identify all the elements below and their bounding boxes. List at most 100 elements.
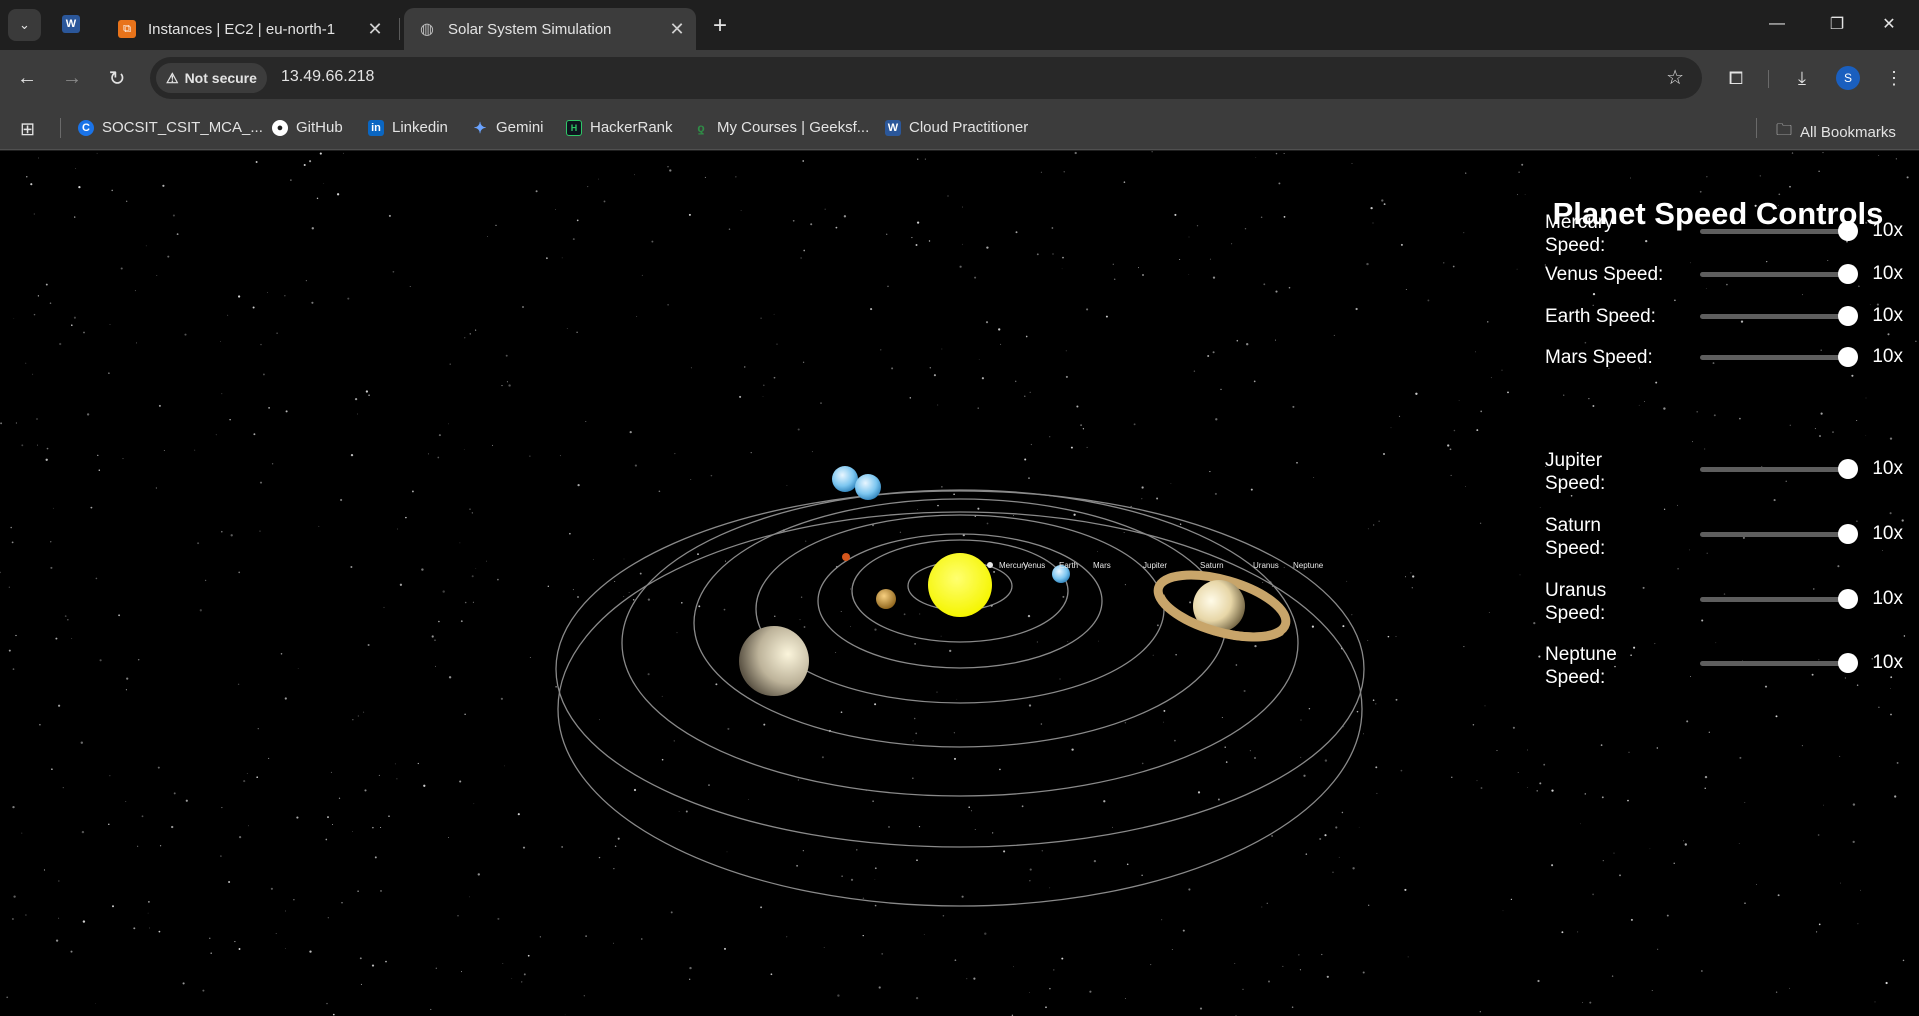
- slider-thumb[interactable]: [1838, 347, 1858, 367]
- slider-label: Jupiter Speed:: [1545, 450, 1606, 494]
- word-icon: W: [885, 119, 901, 136]
- c-icon: C: [78, 119, 94, 136]
- bookmark-star-icon[interactable]: ☆: [1666, 65, 1684, 90]
- pinned-tab[interactable]: W: [62, 14, 80, 33]
- planet-saturn: [1153, 570, 1291, 642]
- slider-value: 10x: [1872, 346, 1903, 367]
- slider-thumb[interactable]: [1838, 459, 1858, 479]
- bookmark-cloud-practitioner[interactable]: W Cloud Practitioner: [885, 119, 1028, 136]
- restore-icon: ❐: [1829, 16, 1845, 33]
- downloads-button[interactable]: ⤓: [1787, 63, 1817, 93]
- planet-neptune: [855, 474, 881, 500]
- slider-thumb[interactable]: [1838, 589, 1858, 609]
- close-icon: ✕: [1882, 16, 1896, 33]
- tab-ec2-instances[interactable]: ⧉ Instances | EC2 | eu-north-1 ✕: [104, 8, 394, 50]
- arrow-right-icon: →: [62, 66, 82, 89]
- bookmark-socsit[interactable]: C SOCSIT_CSIT_MCA_...: [78, 119, 263, 136]
- globe-icon: ◍: [420, 21, 434, 38]
- slider-value: 10x: [1872, 305, 1903, 326]
- slider-value: 10x: [1872, 220, 1903, 241]
- hackerrank-icon: H: [566, 119, 582, 136]
- minimize-icon: —: [1769, 15, 1785, 32]
- forward-button[interactable]: →: [57, 63, 87, 93]
- bookmark-gemini[interactable]: ✦ Gemini: [472, 119, 544, 137]
- tab-strip: ⌄ W ⧉ Instances | EC2 | eu-north-1 ✕ ◍ S…: [0, 0, 1919, 50]
- neptune-speed-slider[interactable]: [1700, 653, 1858, 673]
- slider-thumb[interactable]: [1838, 306, 1858, 326]
- saturn-speed-slider[interactable]: [1700, 524, 1858, 544]
- slider-thumb[interactable]: [1838, 653, 1858, 673]
- label-venus: Venus: [1023, 561, 1045, 570]
- gfg-icon: ƍ: [697, 120, 705, 135]
- planet-labels: Mercury Venus Earth Mars Jupiter Saturn …: [999, 561, 1324, 570]
- mars-speed-slider[interactable]: [1700, 347, 1858, 367]
- planet-venus: [876, 589, 896, 609]
- tab-solar-system-simulation[interactable]: ◍ Solar System Simulation ✕: [404, 8, 696, 50]
- tab-search-button[interactable]: ⌄: [8, 9, 41, 41]
- jupiter-speed-slider[interactable]: [1700, 459, 1858, 479]
- bookmark-github[interactable]: ● GitHub: [272, 119, 343, 136]
- orbit-jupiter: [693, 498, 1227, 748]
- navigation-toolbar: ← → ↻ ⚠ Not secure 13.49.66.218 ☆ ⧠ ⤓ S …: [0, 50, 1919, 106]
- bookmarks-divider: [60, 118, 61, 138]
- url-text[interactable]: 13.49.66.218: [281, 68, 374, 86]
- word-icon: W: [62, 15, 80, 33]
- bookmark-label: Linkedin: [392, 119, 448, 136]
- security-chip[interactable]: ⚠ Not secure: [156, 63, 267, 93]
- slider-label: Earth Speed:: [1545, 306, 1656, 327]
- back-button[interactable]: ←: [12, 63, 42, 93]
- slider-thumb[interactable]: [1838, 524, 1858, 544]
- reload-button[interactable]: ↻: [102, 63, 132, 93]
- planet-jupiter: [739, 626, 809, 696]
- tab-title: Instances | EC2 | eu-north-1: [148, 20, 336, 38]
- minimize-button[interactable]: —: [1747, 0, 1807, 48]
- gemini-icon: ✦: [473, 119, 487, 137]
- slider-label: Mercury Speed:: [1545, 212, 1614, 256]
- toolbar-divider: [1768, 70, 1769, 88]
- slider-label: Neptune Speed:: [1545, 644, 1617, 688]
- bookmarks-bar: ⊞ C SOCSIT_CSIT_MCA_... ● GitHub in Link…: [0, 106, 1919, 150]
- bookmark-label: Gemini: [496, 119, 544, 136]
- bookmark-geeksforgeeks[interactable]: ƍ My Courses | Geeksf...: [693, 119, 869, 136]
- uranus-speed-slider[interactable]: [1700, 589, 1858, 609]
- github-icon: ●: [272, 119, 288, 136]
- profile-avatar[interactable]: S: [1836, 66, 1860, 90]
- venus-speed-slider[interactable]: [1700, 264, 1858, 284]
- bookmark-label: GitHub: [296, 119, 343, 136]
- apps-button[interactable]: ⊞: [20, 119, 35, 140]
- close-icon[interactable]: ✕: [664, 16, 690, 42]
- speed-controls-panel: Planet Speed Controls Mercury Speed: 10x…: [1528, 151, 1919, 1016]
- menu-button[interactable]: ⋮: [1879, 63, 1909, 93]
- all-bookmarks-button[interactable]: 🗀 All Bookmarks: [1776, 119, 1896, 146]
- simulation-viewport[interactable]: Mercury Venus Earth Mars Jupiter Saturn …: [0, 151, 1919, 1016]
- arrow-left-icon: ←: [17, 66, 37, 89]
- planet-mercury: [987, 562, 993, 568]
- folder-icon: 🗀: [1776, 122, 1793, 139]
- address-bar[interactable]: ⚠ Not secure 13.49.66.218 ☆: [150, 57, 1702, 99]
- planet-uranus: [832, 466, 858, 492]
- restore-button[interactable]: ❐: [1807, 0, 1867, 48]
- bookmark-label: Cloud Practitioner: [909, 119, 1029, 136]
- planet-mars: [842, 553, 850, 561]
- slider-thumb[interactable]: [1838, 264, 1858, 284]
- close-window-button[interactable]: ✕: [1859, 0, 1919, 48]
- bookmark-label: SOCSIT_CSIT_MCA_...: [102, 119, 263, 136]
- bookmark-linkedin[interactable]: in Linkedin: [368, 119, 448, 136]
- orbit-uranus: [555, 490, 1365, 848]
- apps-grid-icon: ⊞: [20, 119, 36, 139]
- orbit-saturn: [621, 489, 1299, 797]
- close-icon[interactable]: ✕: [362, 16, 388, 42]
- warning-icon: ⚠: [166, 69, 179, 86]
- linkedin-icon: in: [368, 119, 384, 136]
- slider-value: 10x: [1872, 588, 1903, 609]
- new-tab-button[interactable]: +: [706, 12, 734, 40]
- earth-speed-slider[interactable]: [1700, 306, 1858, 326]
- slider-thumb[interactable]: [1838, 221, 1858, 241]
- mercury-speed-slider[interactable]: [1700, 221, 1858, 241]
- label-earth: Earth: [1059, 561, 1078, 570]
- slider-value: 10x: [1872, 458, 1903, 479]
- slider-label: Uranus Speed:: [1545, 580, 1607, 624]
- bookmark-hackerrank[interactable]: H HackerRank: [566, 119, 673, 136]
- tab-divider: [399, 18, 400, 40]
- extensions-button[interactable]: ⧠: [1721, 63, 1751, 93]
